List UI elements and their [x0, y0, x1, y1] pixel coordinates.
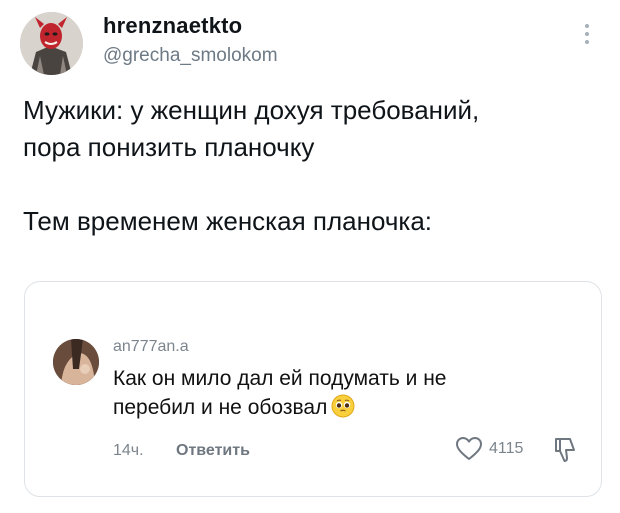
like-button[interactable]: 4115: [455, 436, 523, 462]
reply-button[interactable]: Ответить: [176, 442, 250, 460]
heart-icon: [456, 437, 482, 460]
like-count: 4115: [489, 440, 524, 457]
author-display-name[interactable]: hrenznaetkto: [103, 13, 242, 39]
thumbs-down-icon[interactable]: [552, 436, 578, 464]
more-vertical-icon[interactable]: [581, 24, 593, 50]
comment-text-content: Как он мило дал ей подумать и не перебил…: [113, 367, 447, 419]
pleading-face-emoji: [331, 394, 355, 418]
author-avatar[interactable]: [20, 12, 83, 75]
commenter-username[interactable]: an777an.a: [113, 338, 189, 356]
comment-text: Как он мило дал ей подумать и не перебил…: [113, 364, 533, 422]
commenter-avatar[interactable]: [53, 339, 99, 385]
avatar-image: [20, 12, 83, 75]
tweet: hrenznaetkto @grecha_smolokom Мужики: у …: [0, 0, 620, 513]
tweet-text: Мужики: у женщин дохуя требований, пора …: [23, 95, 480, 236]
comment-time: 14ч.: [113, 442, 144, 459]
author-handle[interactable]: @grecha_smolokom: [103, 45, 278, 67]
commenter-avatar-image: [53, 339, 99, 385]
quoted-comment-card[interactable]: an777an.a Как он мило дал ей подумать и …: [24, 281, 602, 497]
